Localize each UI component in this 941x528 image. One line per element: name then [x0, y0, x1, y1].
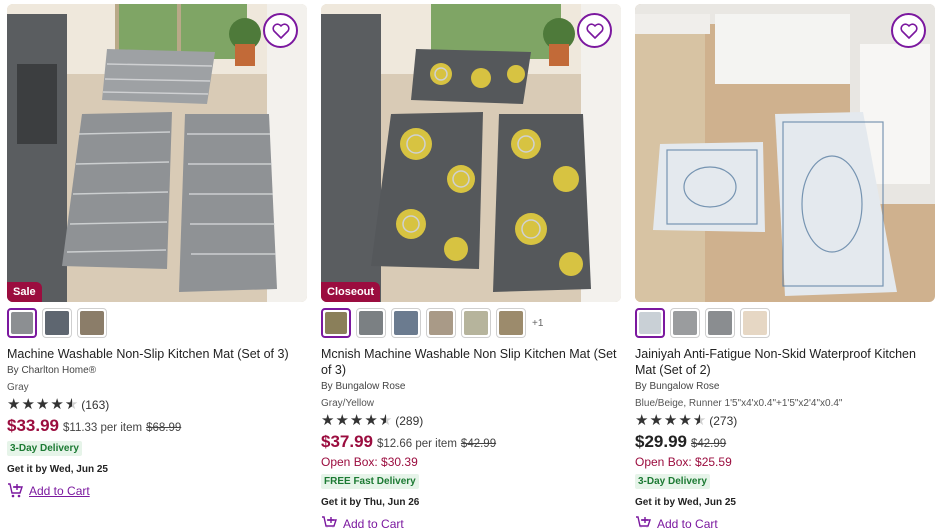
- product-brand[interactable]: By Bungalow Rose: [635, 381, 935, 392]
- color-swatches: [7, 308, 307, 338]
- favorite-button[interactable]: [263, 13, 298, 48]
- product-image[interactable]: Closeout: [321, 4, 621, 302]
- swatch-option[interactable]: [705, 308, 735, 338]
- per-item-price: $12.66 per item: [377, 438, 457, 450]
- half-star-icon: ★: [693, 413, 706, 428]
- heart-icon: [899, 22, 918, 39]
- delivery-date: Get it by Wed, Jun 25: [7, 464, 108, 475]
- was-price: $42.99: [691, 438, 727, 450]
- price: $33.99: [7, 416, 59, 435]
- price: $37.99: [321, 432, 373, 451]
- half-star-icon: ★: [379, 413, 392, 428]
- price-row: $29.99 $42.99: [635, 432, 935, 452]
- swatch-option[interactable]: [670, 308, 700, 338]
- cart-plus-icon: [8, 483, 23, 498]
- price-row: $33.99 $11.33 per item $68.99: [7, 416, 307, 436]
- shipping-badge: 3-Day Delivery: [7, 441, 82, 456]
- product-card[interactable]: Closeout +1 Mcnish Machine Washable Non …: [321, 4, 621, 528]
- swatch-option[interactable]: [391, 308, 421, 338]
- rating-stars: ★ ★ ★ ★ ★: [7, 397, 78, 412]
- kitchen-rug-photo: [321, 4, 621, 302]
- favorite-button[interactable]: [577, 13, 612, 48]
- rating-stars: ★ ★ ★ ★ ★: [635, 413, 706, 428]
- color-swatches: [635, 308, 935, 338]
- open-box-price[interactable]: Open Box: $25.59: [635, 455, 935, 469]
- star-icon: ★: [635, 412, 649, 429]
- star-icon: ★: [678, 412, 692, 429]
- swatch-option[interactable]: [461, 308, 491, 338]
- closeout-badge: Closeout: [321, 282, 381, 302]
- review-count: (289): [395, 413, 424, 428]
- delivery-date: Get it by Thu, Jun 26: [321, 497, 420, 508]
- kitchen-rug-photo: [7, 4, 307, 302]
- swatch-option[interactable]: [635, 308, 665, 338]
- sale-badge: Sale: [7, 282, 42, 302]
- star-icon: ★: [35, 396, 50, 413]
- add-to-cart-label: Add to Cart: [343, 516, 404, 528]
- more-swatches[interactable]: +1: [532, 318, 543, 329]
- product-title[interactable]: Mcnish Machine Washable Non Slip Kitchen…: [321, 346, 621, 378]
- add-to-cart-label: Add to Cart: [657, 516, 718, 528]
- product-brand[interactable]: By Bungalow Rose: [321, 381, 621, 392]
- star-icon: ★: [21, 396, 35, 413]
- star-icon: ★: [335, 412, 349, 429]
- shipping-badge: 3-Day Delivery: [635, 474, 710, 489]
- product-title[interactable]: Jainiyah Anti-Fatigue Non-Skid Waterproo…: [635, 346, 935, 378]
- price: $29.99: [635, 432, 687, 451]
- product-image[interactable]: Sale: [7, 4, 307, 302]
- color-swatches: +1: [321, 308, 621, 338]
- review-count: (273): [709, 413, 738, 428]
- star-icon: ★: [649, 412, 663, 429]
- star-icon: ★: [364, 412, 378, 429]
- swatch-option[interactable]: [356, 308, 386, 338]
- product-title[interactable]: Machine Washable Non-Slip Kitchen Mat (S…: [7, 346, 307, 362]
- product-card[interactable]: Jainiyah Anti-Fatigue Non-Skid Waterproo…: [635, 4, 935, 528]
- was-price: $68.99: [146, 422, 182, 434]
- add-to-cart-button[interactable]: Add to Cart: [7, 483, 307, 498]
- star-icon: ★: [349, 412, 364, 429]
- half-star-icon: ★: [65, 397, 78, 412]
- star-icon: ★: [7, 396, 21, 413]
- star-icon: ★: [321, 412, 335, 429]
- delivery-date: Get it by Wed, Jun 25: [635, 497, 736, 508]
- price-row: $37.99 $12.66 per item $42.99: [321, 432, 621, 452]
- kitchen-rug-photo: [635, 4, 935, 302]
- per-item-price: $11.33 per item: [63, 422, 143, 434]
- review-count: (163): [81, 397, 110, 412]
- shipping-badge: FREE Fast Delivery: [321, 474, 419, 489]
- star-icon: ★: [663, 412, 678, 429]
- add-to-cart-button[interactable]: Add to Cart: [635, 516, 935, 528]
- rating[interactable]: ★ ★ ★ ★ ★ (273): [635, 413, 935, 428]
- heart-icon: [585, 22, 604, 39]
- swatch-option[interactable]: [321, 308, 351, 338]
- product-image[interactable]: [635, 4, 935, 302]
- rating-stars: ★ ★ ★ ★ ★: [321, 413, 392, 428]
- swatch-option[interactable]: [7, 308, 37, 338]
- product-variant: Gray: [7, 382, 29, 393]
- star-icon: ★: [50, 396, 64, 413]
- cart-plus-icon: [322, 516, 337, 528]
- rating[interactable]: ★ ★ ★ ★ ★ (289): [321, 413, 621, 428]
- swatch-option[interactable]: [496, 308, 526, 338]
- rating[interactable]: ★ ★ ★ ★ ★ (163): [7, 397, 307, 412]
- add-to-cart-label: Add to Cart: [29, 483, 90, 498]
- product-variant: Gray/Yellow: [321, 398, 374, 409]
- cart-plus-icon: [636, 516, 651, 528]
- swatch-option[interactable]: [77, 308, 107, 338]
- swatch-option[interactable]: [740, 308, 770, 338]
- swatch-option[interactable]: [42, 308, 72, 338]
- swatch-option[interactable]: [426, 308, 456, 338]
- open-box-price[interactable]: Open Box: $30.39: [321, 455, 621, 469]
- product-brand[interactable]: By Charlton Home®: [7, 365, 307, 376]
- product-variant: Blue/Beige, Runner 1'5"x4'x0.4"+1'5"x2'4…: [635, 398, 843, 409]
- favorite-button[interactable]: [891, 13, 926, 48]
- heart-icon: [271, 22, 290, 39]
- product-card[interactable]: Sale Machine Washable Non-Slip Kitchen M…: [7, 4, 307, 498]
- was-price: $42.99: [460, 438, 497, 450]
- add-to-cart-button[interactable]: Add to Cart: [321, 516, 621, 528]
